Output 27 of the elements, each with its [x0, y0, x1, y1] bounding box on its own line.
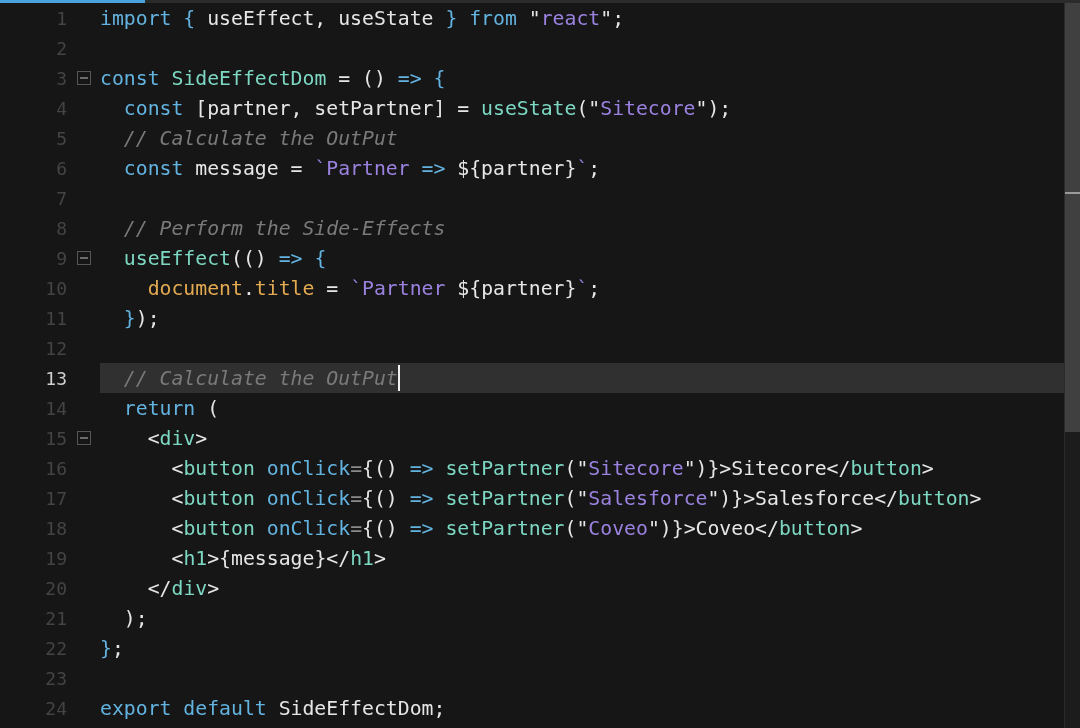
code-line: const message = `Partner => ${partner}`; — [122, 156, 601, 180]
code-line: <button onClick={() => setPartner("Salesforce")}>Salesforce</button> — [170, 486, 982, 510]
fold-icon[interactable] — [76, 71, 91, 85]
code-line: // Calculate the OutPut — [122, 366, 398, 390]
code-line: useEffect(() => { — [122, 246, 327, 270]
text-cursor — [397, 365, 400, 391]
code-line: </div> — [146, 576, 220, 600]
code-line: <div> — [146, 426, 208, 450]
scrollbar-thumb[interactable] — [1065, 3, 1080, 432]
code-line: ); — [122, 606, 148, 630]
code-line: <button onClick={() => setPartner("Coveo")}>Coveo</button> — [170, 516, 863, 540]
code-line: }; — [100, 636, 124, 660]
code-line: return ( — [122, 396, 220, 420]
code-line: }); — [122, 306, 160, 330]
code-line: const SideEffectDom = () => { — [100, 66, 446, 90]
code-line: document.title = `Partner ${partner}`; — [146, 276, 601, 300]
code-line: export default SideEffectDom; — [100, 696, 446, 720]
scrollbar[interactable] — [1064, 3, 1080, 728]
code-line: <h1>{message}</h1> — [170, 546, 386, 570]
code-line: // Perform the Side-Effects — [122, 216, 446, 240]
code-line: const [partner, setPartner] = useState("Sitecore"); — [122, 96, 732, 120]
code-line: <button onClick={() => setPartner("Sitecore")}>Sitecore</button> — [170, 456, 934, 480]
fold-icon[interactable] — [76, 251, 91, 265]
line-number: 13 — [44, 367, 67, 389]
code-line: // Calculate the OutPut — [122, 126, 398, 150]
fold-icon[interactable] — [76, 431, 91, 445]
code-line: import { useEffect, useState } from "react"; — [100, 6, 625, 30]
